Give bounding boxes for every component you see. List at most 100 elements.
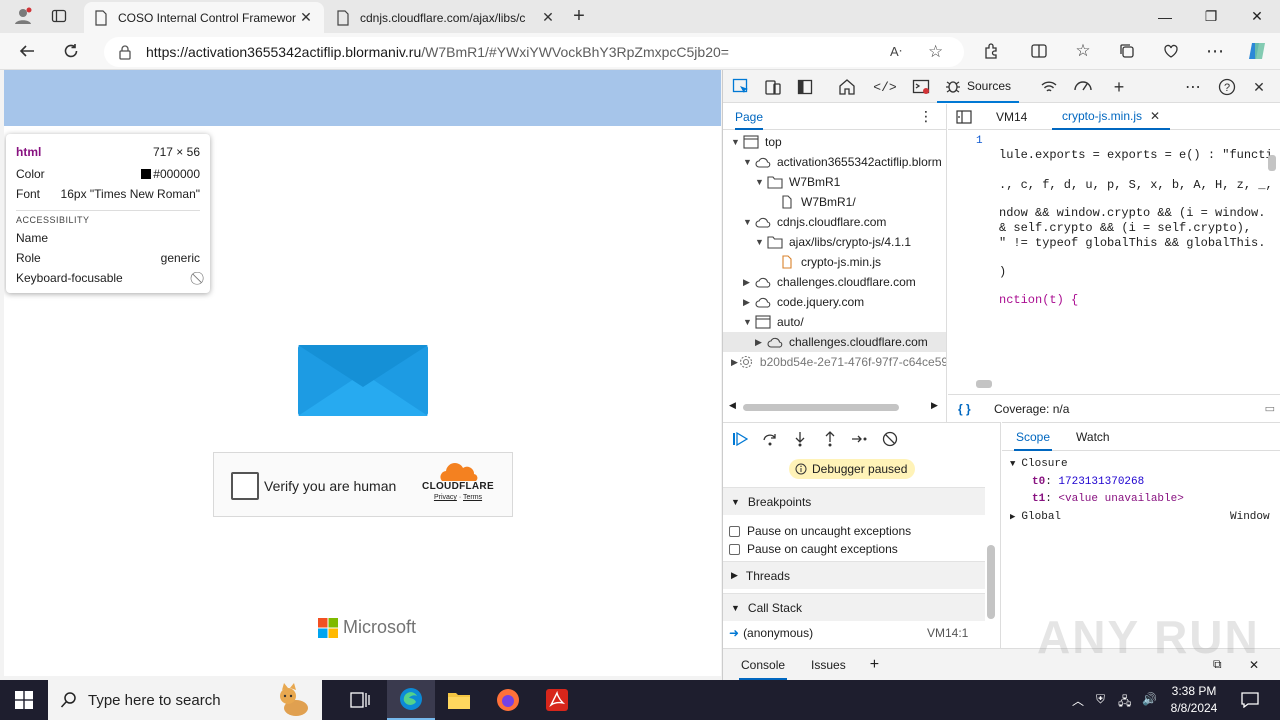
expand-arrow-icon[interactable]: ▼ [731, 137, 743, 147]
network-tray-icon[interactable]: 🖧 [1118, 692, 1131, 713]
tab-console[interactable]: Console [739, 650, 788, 680]
taskbar-search[interactable]: Type here to search [48, 680, 322, 720]
expand-arrow-icon[interactable]: ▼ [743, 217, 755, 227]
collections-icon[interactable] [1112, 37, 1142, 65]
minimize-button[interactable]: — [1142, 0, 1188, 33]
scope-variable-t0[interactable]: t0: 1723131370268 [1032, 473, 1144, 490]
frame-location[interactable]: VM14:1 [927, 626, 968, 640]
debugger-scrollbar[interactable] [987, 545, 995, 619]
help-icon[interactable]: ? [1217, 77, 1237, 97]
split-screen-icon[interactable] [1024, 37, 1054, 65]
call-stack-section[interactable]: ▼ Call Stack [723, 593, 985, 621]
security-tray-icon[interactable]: ⛨ [1096, 692, 1105, 707]
tab-crypto-js[interactable]: crypto-js.min.js ✕ [1052, 104, 1171, 130]
tab-vm14[interactable]: VM14 [996, 104, 1027, 130]
acrobat-icon[interactable] [533, 680, 581, 720]
settings-more-icon[interactable]: ⋯ [1200, 37, 1230, 65]
step-over-button[interactable] [759, 428, 781, 450]
customize-menu-icon[interactable]: ⋯ [1183, 77, 1203, 97]
collapse-arrow-icon[interactable]: ▶ [743, 297, 755, 308]
close-editor-tab-icon[interactable]: ✕ [1150, 109, 1160, 123]
console-icon[interactable] [911, 77, 931, 97]
tab-page[interactable]: Page [735, 104, 764, 130]
dock-side-icon[interactable] [795, 77, 815, 97]
tray-overflow-icon[interactable]: ︿ [1072, 692, 1084, 709]
refresh-button[interactable] [56, 37, 86, 65]
welcome-home-icon[interactable] [837, 77, 857, 97]
add-drawer-tab-icon[interactable]: + [870, 656, 879, 674]
tab-coso[interactable]: COSO Internal Control Framewor ✕ [84, 2, 324, 33]
step-button[interactable] [849, 428, 871, 450]
file-explorer-icon[interactable] [435, 680, 483, 720]
inspect-element-icon[interactable] [731, 77, 751, 97]
browser-essentials-icon[interactable] [1156, 37, 1186, 65]
resume-button[interactable] [729, 428, 751, 450]
breakpoints-section[interactable]: ▼ Breakpoints [723, 487, 985, 515]
performance-icon[interactable] [1073, 77, 1093, 97]
network-icon[interactable] [1039, 77, 1059, 97]
collapse-arrow-icon[interactable]: ▶ [755, 337, 767, 348]
toggle-navigator-icon[interactable] [956, 104, 972, 130]
tree-item[interactable]: ▼ top [723, 132, 946, 152]
device-emulation-icon[interactable] [763, 77, 783, 97]
tree-item[interactable]: ▼ activation3655342actiflip.blorm [723, 152, 946, 172]
scope-variable-t1[interactable]: t1: <value unavailable> [1032, 490, 1184, 507]
start-button[interactable] [0, 680, 48, 720]
volume-tray-icon[interactable]: 🔊 [1142, 692, 1157, 706]
extensions-icon[interactable] [976, 37, 1006, 65]
tree-item[interactable]: W7BmR1/ [723, 192, 946, 212]
navigator-more-icon[interactable]: ⋮ [919, 108, 933, 125]
pretty-print-icon[interactable]: { } [958, 402, 994, 416]
tree-item[interactable]: ▼ cdnjs.cloudflare.com [723, 212, 946, 232]
privacy-link[interactable]: Privacy [434, 494, 457, 501]
task-view-button[interactable] [336, 680, 384, 720]
scroll-left-icon[interactable]: ◀ [729, 400, 736, 411]
screenshot-icon[interactable]: ▭ [1265, 402, 1275, 415]
expand-arrow-icon[interactable]: ▼ [743, 317, 755, 327]
new-tab-button[interactable]: + [564, 2, 594, 30]
terms-link[interactable]: Terms [463, 494, 482, 501]
tree-item[interactable]: ▼ W7BmR1 [723, 172, 946, 192]
taskbar-clock[interactable]: 3:38 PM 8/8/2024 [1168, 683, 1220, 717]
tree-item[interactable]: ▼ ajax/libs/crypto-js/4.1.1 [723, 232, 946, 252]
deactivate-breakpoints-button[interactable] [879, 428, 901, 450]
step-out-button[interactable] [819, 428, 841, 450]
edge-taskbar-icon[interactable] [387, 680, 435, 720]
expand-arrow-icon[interactable]: ▼ [743, 157, 755, 167]
tree-item[interactable]: ▶ challenges.cloudflare.com [723, 332, 946, 352]
read-aloud-icon[interactable]: Aᐧ [890, 44, 902, 60]
threads-section[interactable]: ▶ Threads [723, 561, 985, 589]
collapse-arrow-icon[interactable]: ▶ [731, 357, 738, 368]
step-into-button[interactable] [789, 428, 811, 450]
favorite-star-icon[interactable]: ☆ [928, 42, 943, 62]
firefox-icon[interactable] [484, 680, 532, 720]
close-window-button[interactable]: ✕ [1234, 0, 1280, 33]
navigator-scrollbar[interactable] [743, 404, 899, 411]
restore-button[interactable]: ❐ [1188, 0, 1234, 33]
editor-vertical-scrollbar[interactable] [1268, 155, 1276, 171]
tab-cdnjs[interactable]: cdnjs.cloudflare.com/ajax/libs/c ✕ [326, 2, 566, 33]
copilot-icon[interactable] [1242, 37, 1272, 65]
tree-item[interactable]: crypto-js.min.js [723, 252, 946, 272]
close-tab-icon[interactable]: ✕ [540, 9, 556, 26]
collapse-arrow-icon[interactable]: ▶ [743, 277, 755, 288]
editor-horizontal-scrollbar[interactable] [976, 380, 992, 388]
favorites-icon[interactable]: ☆ [1068, 37, 1098, 65]
tree-item[interactable]: ▶ b20bd54e-2e71-476f-97f7-c64ce59 [723, 352, 946, 372]
notifications-icon[interactable] [1226, 680, 1274, 720]
expand-arrow-icon[interactable]: ▼ [755, 237, 767, 247]
lock-icon[interactable] [118, 44, 132, 60]
back-button[interactable] [12, 37, 42, 65]
elements-icon[interactable]: </> [873, 77, 896, 97]
verify-checkbox[interactable] [231, 472, 259, 500]
tree-item[interactable]: ▼ auto/ [723, 312, 946, 332]
tab-actions-icon[interactable] [44, 2, 74, 30]
closure-scope-row[interactable]: ▼ Closure [1010, 455, 1068, 472]
tab-watch[interactable]: Watch [1076, 430, 1110, 444]
profile-icon[interactable] [8, 2, 38, 30]
pause-caught-checkbox[interactable]: Pause on caught exceptions [729, 542, 898, 556]
close-devtools-icon[interactable]: ✕ [1249, 77, 1269, 97]
code-area[interactable]: 1 lule.exports = exports = e() : "functi… [948, 131, 1280, 371]
tab-issues[interactable]: Issues [811, 658, 846, 672]
tab-sources[interactable]: Sources [937, 70, 1020, 103]
